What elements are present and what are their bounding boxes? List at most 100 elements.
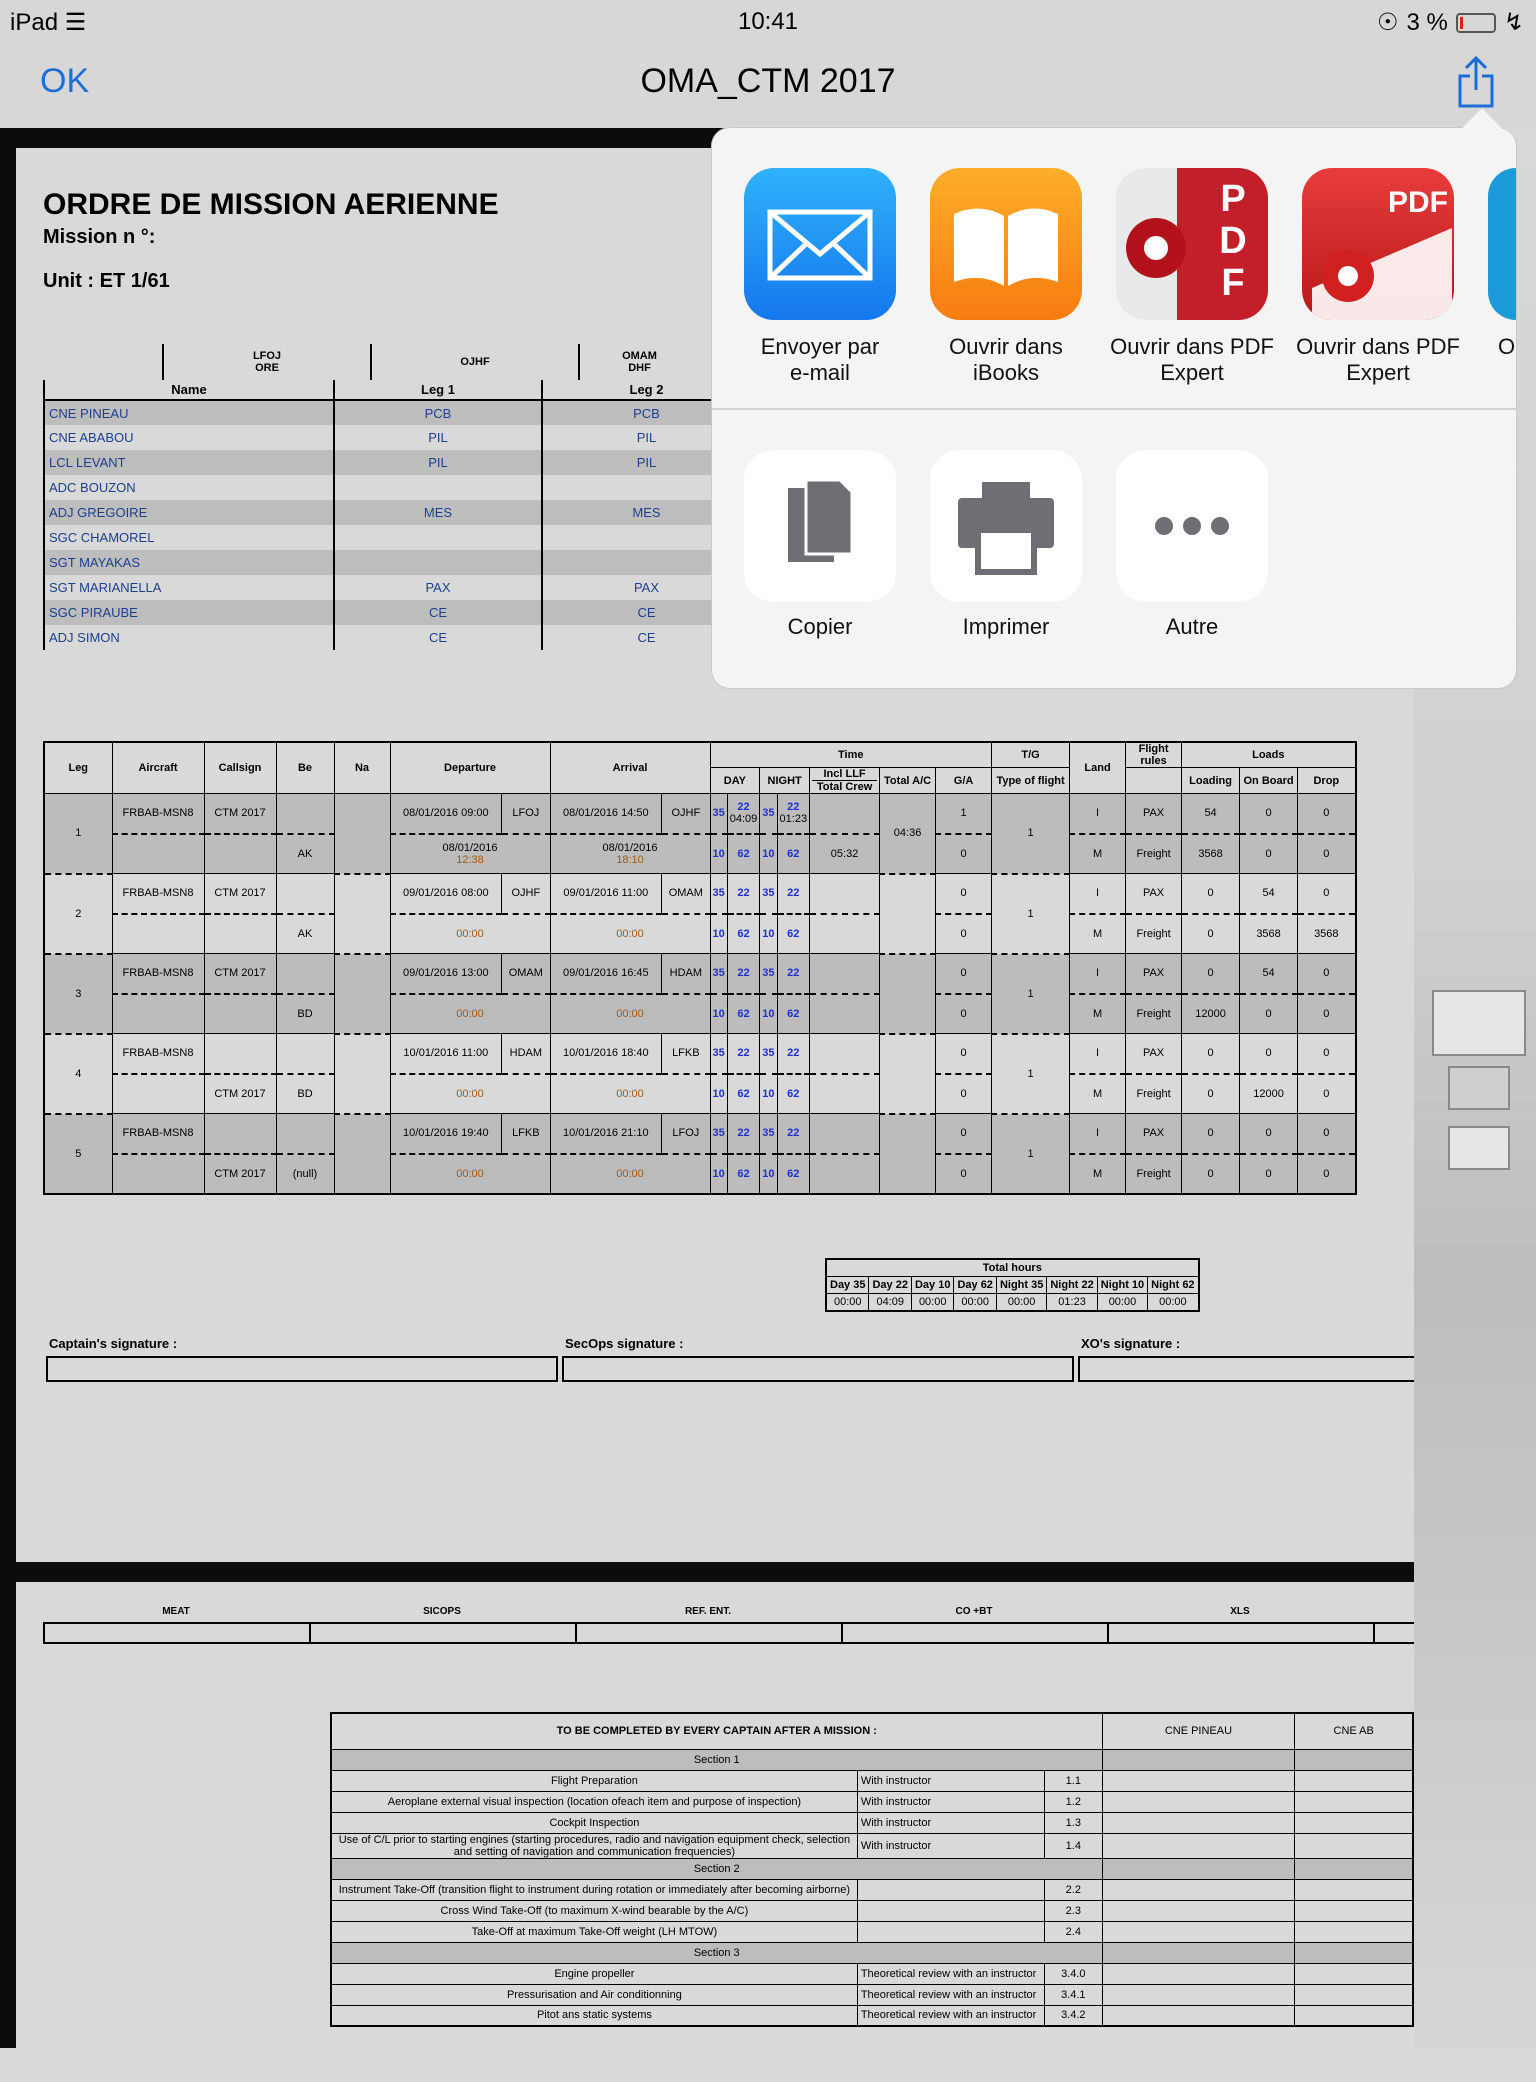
thumbnail-page-3[interactable] bbox=[1448, 1126, 1510, 1170]
crew-cell: SGC PIRAUBE bbox=[43, 600, 334, 625]
mail-app-button[interactable] bbox=[744, 168, 896, 320]
copy-button[interactable] bbox=[744, 450, 896, 602]
legs-table: Leg Aircraft Callsign Be Na Departure Ar… bbox=[43, 741, 1357, 1195]
checklist-code: 1.1 bbox=[1044, 1769, 1103, 1792]
checklist-row: Aeroplane external visual inspection (lo… bbox=[330, 1790, 1414, 1813]
leg-day-35: 35 bbox=[709, 953, 728, 995]
print-button[interactable] bbox=[930, 450, 1082, 602]
leg-onboard: 0 bbox=[1239, 793, 1299, 835]
leg-drop-2: 0 bbox=[1297, 1073, 1357, 1114]
thumbnail-page-2[interactable] bbox=[1448, 1066, 1510, 1110]
leg-night-10: 10 bbox=[759, 993, 778, 1034]
checklist-captain-2 bbox=[1294, 2004, 1414, 2027]
captain-2: CNE AB bbox=[1294, 1712, 1414, 1750]
pdf-expert-label-1: Ouvrir dans PDF Expert bbox=[1110, 334, 1274, 385]
checklist-row: Section 3 bbox=[330, 1941, 1414, 1964]
col-land: Land bbox=[1069, 741, 1127, 794]
checklist-with bbox=[856, 1878, 1046, 1901]
share-icon[interactable] bbox=[1456, 54, 1496, 110]
col-onboard: On Board bbox=[1239, 767, 1299, 794]
leg-callsign-2 bbox=[203, 913, 277, 954]
checklist-section: Section 1 bbox=[330, 1748, 1103, 1771]
hdr-xls: XLS bbox=[1230, 1606, 1250, 1617]
pdf-expert-app-button-1[interactable]: PDF bbox=[1116, 168, 1268, 320]
more-app-button-partial[interactable] bbox=[1488, 168, 1516, 320]
checklist-task: Instrument Take-Off (transition flight t… bbox=[330, 1878, 858, 1901]
leg-callsign bbox=[203, 1033, 277, 1075]
leg-row: 4 FRBAB-MSN8 10/01/2016 11:00 HDAM 10/01/201… bbox=[43, 1033, 1357, 1115]
checklist-task: Cross Wind Take-Off (to maximum X-wind b… bbox=[330, 1899, 858, 1922]
total-hours-table: Total hours Day 35 Day 22 Day 10 Day 62 Nigh… bbox=[825, 1258, 1200, 1312]
leg-ga: 0 bbox=[935, 1073, 993, 1114]
crew-cell: PAX bbox=[333, 575, 542, 600]
leg-tg: 0 bbox=[935, 873, 993, 915]
checklist-with: Theoretical review with an instructor bbox=[856, 1983, 1046, 2006]
copy-icon bbox=[788, 478, 854, 562]
col-callsign: Callsign bbox=[203, 741, 277, 794]
checklist-captain-2 bbox=[1294, 1811, 1414, 1834]
leg-night-22: 22 bbox=[776, 873, 811, 915]
col-incl-total: Incl LLF Total Crew bbox=[809, 767, 881, 794]
leg-day-22: 22 bbox=[726, 1113, 761, 1155]
crew-cell: PIL bbox=[333, 425, 542, 450]
leg-row: 5 FRBAB-MSN8 10/01/2016 19:40 LFKB 10/01/201… bbox=[43, 1113, 1357, 1195]
leg-time-brown: 12:38 bbox=[456, 853, 484, 866]
leg-day-22: 22 bbox=[726, 1033, 761, 1075]
ellipsis-icon bbox=[1155, 517, 1229, 535]
leg-departure-date-2: 08/01/2016 12:38 bbox=[389, 833, 551, 874]
ibooks-app-button[interactable] bbox=[930, 168, 1082, 320]
leg-loading-2: 0 bbox=[1181, 913, 1241, 954]
leg-night-22: 22 01:23 bbox=[776, 793, 811, 835]
crew-row: SGC PIRAUBE CE CE bbox=[43, 600, 750, 625]
crew-cell bbox=[333, 475, 542, 500]
crew-cell: CE bbox=[333, 625, 542, 650]
leg-land: 1 bbox=[991, 873, 1071, 955]
crew-cell: SGT MAYAKAS bbox=[43, 550, 334, 575]
crew-row: SGC CHAMOREL bbox=[43, 525, 750, 550]
crew-cell: ADJ SIMON bbox=[43, 625, 334, 650]
checklist-captain-2 bbox=[1294, 1790, 1414, 1813]
col-night: NIGHT bbox=[759, 767, 811, 794]
leg-callsign: CTM 2017 bbox=[203, 873, 277, 915]
leg-aircraft-2 bbox=[111, 913, 205, 954]
leg-row-sub: AK 00:00 00:00 10 62 10 62 0 M Freight 0 3568 3568 bbox=[44, 913, 1357, 954]
leg-na bbox=[333, 873, 391, 955]
leg-ga: 0 bbox=[935, 993, 993, 1034]
leg-onboard-2: 3568 bbox=[1239, 913, 1299, 954]
leg-arrival-airport: HDAM bbox=[661, 953, 711, 995]
leg-day-62: 62 bbox=[726, 993, 761, 1034]
leg-day-62: 62 bbox=[726, 1153, 761, 1194]
battery-icon bbox=[1455, 12, 1496, 33]
leg-time-brown: 00:00 bbox=[616, 1007, 644, 1020]
leg-arrival-time: 10/01/2016 21:10 bbox=[549, 1113, 663, 1155]
leg-incl-llf bbox=[809, 1033, 881, 1075]
checklist-row: Pressurisation and Air conditionning Theo… bbox=[330, 1983, 1414, 2006]
leg-night-62: 62 bbox=[776, 833, 811, 874]
crew-cell: ADC BOUZON bbox=[43, 475, 334, 500]
crew-cell: CNE ABABOU bbox=[43, 425, 334, 450]
thumbnail-page-1[interactable] bbox=[1432, 990, 1526, 1056]
leg-total-crew bbox=[809, 913, 881, 954]
total-col: Night 62 bbox=[1147, 1276, 1200, 1294]
leg-callsign-2: CTM 2017 bbox=[203, 1073, 277, 1114]
checklist-row: Engine propeller Theoretical review with … bbox=[330, 1962, 1414, 1985]
leg-night-35: 35 bbox=[759, 1033, 778, 1075]
leg-aircraft: FRBAB-MSN8 bbox=[111, 1113, 205, 1155]
leg-departure-time: 09/01/2016 13:00 bbox=[389, 953, 503, 995]
total-hours-title: Total hours bbox=[825, 1258, 1200, 1277]
leg-freight: Freight bbox=[1125, 913, 1183, 954]
leg-na bbox=[333, 793, 391, 875]
leg-be bbox=[275, 1113, 335, 1155]
checklist-captain-1 bbox=[1101, 1790, 1296, 1813]
envelope-icon bbox=[767, 209, 873, 281]
more-button[interactable] bbox=[1116, 450, 1268, 602]
leg-be-2: (null) bbox=[275, 1153, 335, 1194]
leg-callsign: CTM 2017 bbox=[203, 793, 277, 835]
leg-freight: Freight bbox=[1125, 993, 1183, 1034]
captain-checklist: TO BE COMPLETED BY EVERY CAPTAIN AFTER A… bbox=[330, 1712, 1414, 2027]
checklist-code: 1.4 bbox=[1044, 1832, 1103, 1859]
pdf-expert-app-button-2[interactable]: PDF bbox=[1302, 168, 1454, 320]
leg-rules-2: M bbox=[1069, 1153, 1127, 1194]
crew-list: Name Leg 1 Leg 2 CNE PINEAU PCB PCB CNE ABABO… bbox=[43, 380, 750, 650]
leg-time-brown: 00:00 bbox=[616, 1167, 644, 1180]
